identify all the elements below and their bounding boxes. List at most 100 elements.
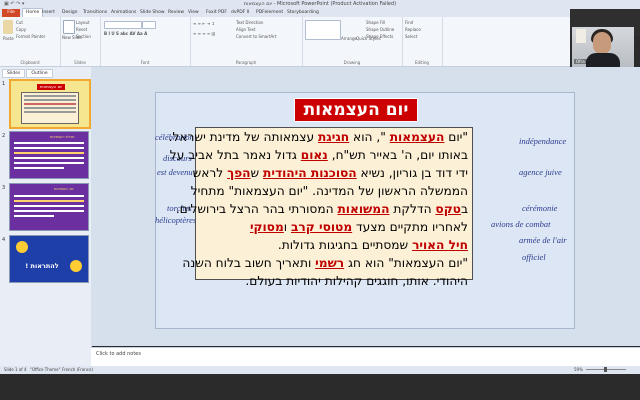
align-text-button[interactable]: Align Text xyxy=(236,27,255,32)
clipboard-label: Clipboard xyxy=(20,60,40,65)
thumb-number: 2 xyxy=(2,133,6,139)
font-format-buttons[interactable]: B I U S abc AV Aa A xyxy=(104,31,147,36)
align-buttons[interactable]: ≡ ≡ ≡ ≡ ▥ xyxy=(193,31,215,36)
french-word: avions de combat xyxy=(491,219,551,229)
text-line-7: חיל האויר שמסתיים בחגיגות גדולות. xyxy=(277,238,468,252)
slide-thumbnail-1[interactable]: יום העצמאות xyxy=(9,79,91,129)
window-title: יום העצמאות - Microsoft PowerPoint (Prod… xyxy=(243,1,397,7)
notes-placeholder[interactable]: Click to add notes xyxy=(96,351,141,357)
text-line-2: באותו יום, ה' באייר תש"ח, נאום גדול נאמר… xyxy=(169,148,468,162)
person-body xyxy=(586,53,620,67)
hebrew-text-box[interactable]: "יום העצמאות ", הוא חגיגת עצמאותה של מדי… xyxy=(169,127,473,288)
layout-button[interactable]: Layout xyxy=(76,20,90,25)
text-line-8: "יום העצמאות" הוא חג רשמי ותאריך חשוב בל… xyxy=(182,256,468,270)
slide-thumbnail-3[interactable]: יום העצמאות xyxy=(9,183,89,231)
slides-pane: Slides Outline 1 יום העצמאות 2 מגילת העצמ… xyxy=(0,67,92,366)
clipboard-group: Paste Cut Copy Format Painter Clipboard xyxy=(0,17,61,66)
tab-foxit-pdf[interactable]: Foxit PDF xyxy=(206,9,227,17)
font-name-box[interactable] xyxy=(104,21,142,29)
tab-pdfelement[interactable]: PDFelement xyxy=(256,9,283,17)
font-size-box[interactable] xyxy=(142,21,156,29)
french-word: indépendance xyxy=(519,136,567,146)
zoom-level[interactable]: 59% xyxy=(574,366,583,374)
slide-thumbnail-4[interactable]: להתראות ! xyxy=(9,235,89,283)
tab-slide-show[interactable]: Slide Show xyxy=(140,9,165,17)
shape-fill-button[interactable]: Shape Fill xyxy=(366,20,385,25)
thumb-number: 4 xyxy=(2,237,6,243)
video-frame-bottom xyxy=(0,374,640,400)
replace-button[interactable]: Replace xyxy=(405,27,421,32)
editing-label: Editing xyxy=(415,60,429,65)
shapes-gallery[interactable] xyxy=(305,20,341,40)
language-indicator[interactable]: French (France) xyxy=(62,366,93,374)
pane-tabs: Slides Outline xyxy=(2,69,54,78)
thumb-caption: להתראות ! xyxy=(25,262,59,270)
format-painter-button[interactable]: Format Painter xyxy=(16,34,45,39)
tab-animations[interactable]: Animations xyxy=(111,9,136,17)
copy-button[interactable]: Copy xyxy=(16,27,26,32)
french-word: officiel xyxy=(522,252,546,262)
font-label: Font xyxy=(140,60,150,65)
thumb-caption: יום העצמאות xyxy=(54,187,74,191)
tab-outline[interactable]: Outline xyxy=(26,69,53,78)
tab-review[interactable]: Review xyxy=(168,9,184,17)
paragraph-group: ≡ ≡ ⇤ ⇥ ↕ ≡ ≡ ≡ ≡ ▥ Text Direction Align… xyxy=(190,17,303,66)
person-face xyxy=(593,32,611,54)
zoom-slider-handle[interactable] xyxy=(604,367,607,372)
text-direction-button[interactable]: Text Direction xyxy=(236,20,263,25)
reset-button[interactable]: Reset xyxy=(76,27,87,32)
slide-title[interactable]: יום העצמאות xyxy=(294,98,418,122)
smiley-icon xyxy=(70,260,82,272)
tab-slides[interactable]: Slides xyxy=(2,69,26,78)
tab-storyboarding[interactable]: Storyboarding xyxy=(287,9,319,17)
drawing-group: Arrange Quick Styles Shape Fill Shape Ou… xyxy=(302,17,403,66)
editing-group: Find Replace Select Editing xyxy=(402,17,443,66)
file-tab[interactable]: File xyxy=(2,9,20,17)
convert-smartart-button[interactable]: Convert to SmartArt xyxy=(236,34,276,39)
quick-access-toolbar[interactable]: ▣ ↶ ↷ ▾ xyxy=(4,1,24,7)
list-buttons[interactable]: ≡ ≡ ⇤ ⇥ ↕ xyxy=(193,21,215,26)
find-button[interactable]: Find xyxy=(405,20,413,25)
tab-view[interactable]: View xyxy=(188,9,199,17)
thumb-number: 3 xyxy=(2,185,6,191)
text-line-4: הממשלה הראשון של המדינה. "יום העצמאות" מ… xyxy=(190,184,468,198)
section-button[interactable]: Section xyxy=(76,34,91,39)
thumb-number: 1 xyxy=(2,81,6,87)
new-slide-icon[interactable] xyxy=(63,20,75,34)
theme-name: "Office Theme" xyxy=(30,367,61,372)
ribbon: Paste Cut Copy Format Painter Clipboard … xyxy=(0,17,570,67)
cut-button[interactable]: Cut xyxy=(16,20,23,25)
paste-icon[interactable] xyxy=(3,20,13,34)
tab-design[interactable]: Design xyxy=(62,9,78,17)
text-line-1: "יום העצמאות ", הוא חגיגת עצמאותה של מדי… xyxy=(168,130,468,144)
text-line-3: ידי דוד בן גוריון, נשיא הסוכנות היהודית … xyxy=(192,166,468,180)
smiley-icon xyxy=(16,241,28,253)
font-group: B I U S abc AV Aa A Font xyxy=(100,17,191,66)
drawing-label: Drawing xyxy=(343,60,361,65)
text-line-6: לאחריו מתקיים מצעד מטוסי קרב ומסוקי xyxy=(249,220,468,234)
shape-outline-button[interactable]: Shape Outline xyxy=(366,27,394,32)
french-word: agence juive xyxy=(519,167,562,177)
slide-thumbnail-2[interactable]: מגילת העצמאות xyxy=(9,131,89,179)
slides-label: Slides xyxy=(74,60,86,65)
thumb-caption: מגילת העצמאות xyxy=(50,135,75,139)
tab-transitions[interactable]: Transitions xyxy=(83,9,107,17)
arrange-button[interactable]: Arrange xyxy=(341,36,357,41)
participant-name: Ofra xyxy=(574,59,587,64)
status-bar: Slide 1 of 4 "Office Theme" French (Fran… xyxy=(0,366,640,374)
thumb-title: יום העצמאות xyxy=(37,84,65,90)
french-word: est devenu xyxy=(157,167,193,177)
paste-button[interactable]: Paste xyxy=(3,36,14,41)
slides-group: New Slide Layout Reset Section Slides xyxy=(60,17,101,66)
webcam-video: Ofra xyxy=(572,27,634,67)
paragraph-label: Paragraph xyxy=(235,60,257,65)
slide-counter: Slide 1 of 4 xyxy=(4,367,27,372)
lamp-shape xyxy=(576,29,586,43)
notes-pane[interactable] xyxy=(91,347,640,367)
select-button[interactable]: Select xyxy=(405,34,417,39)
shape-effects-button[interactable]: Shape Effects xyxy=(366,34,393,39)
tab-insert[interactable]: Insert xyxy=(42,9,55,17)
tab-dvpdf[interactable]: dvPDF II xyxy=(231,9,249,17)
ribbon-tabs: File Home Insert Design Transitions Anim… xyxy=(0,8,570,18)
french-word: armée de l'air xyxy=(519,235,567,245)
